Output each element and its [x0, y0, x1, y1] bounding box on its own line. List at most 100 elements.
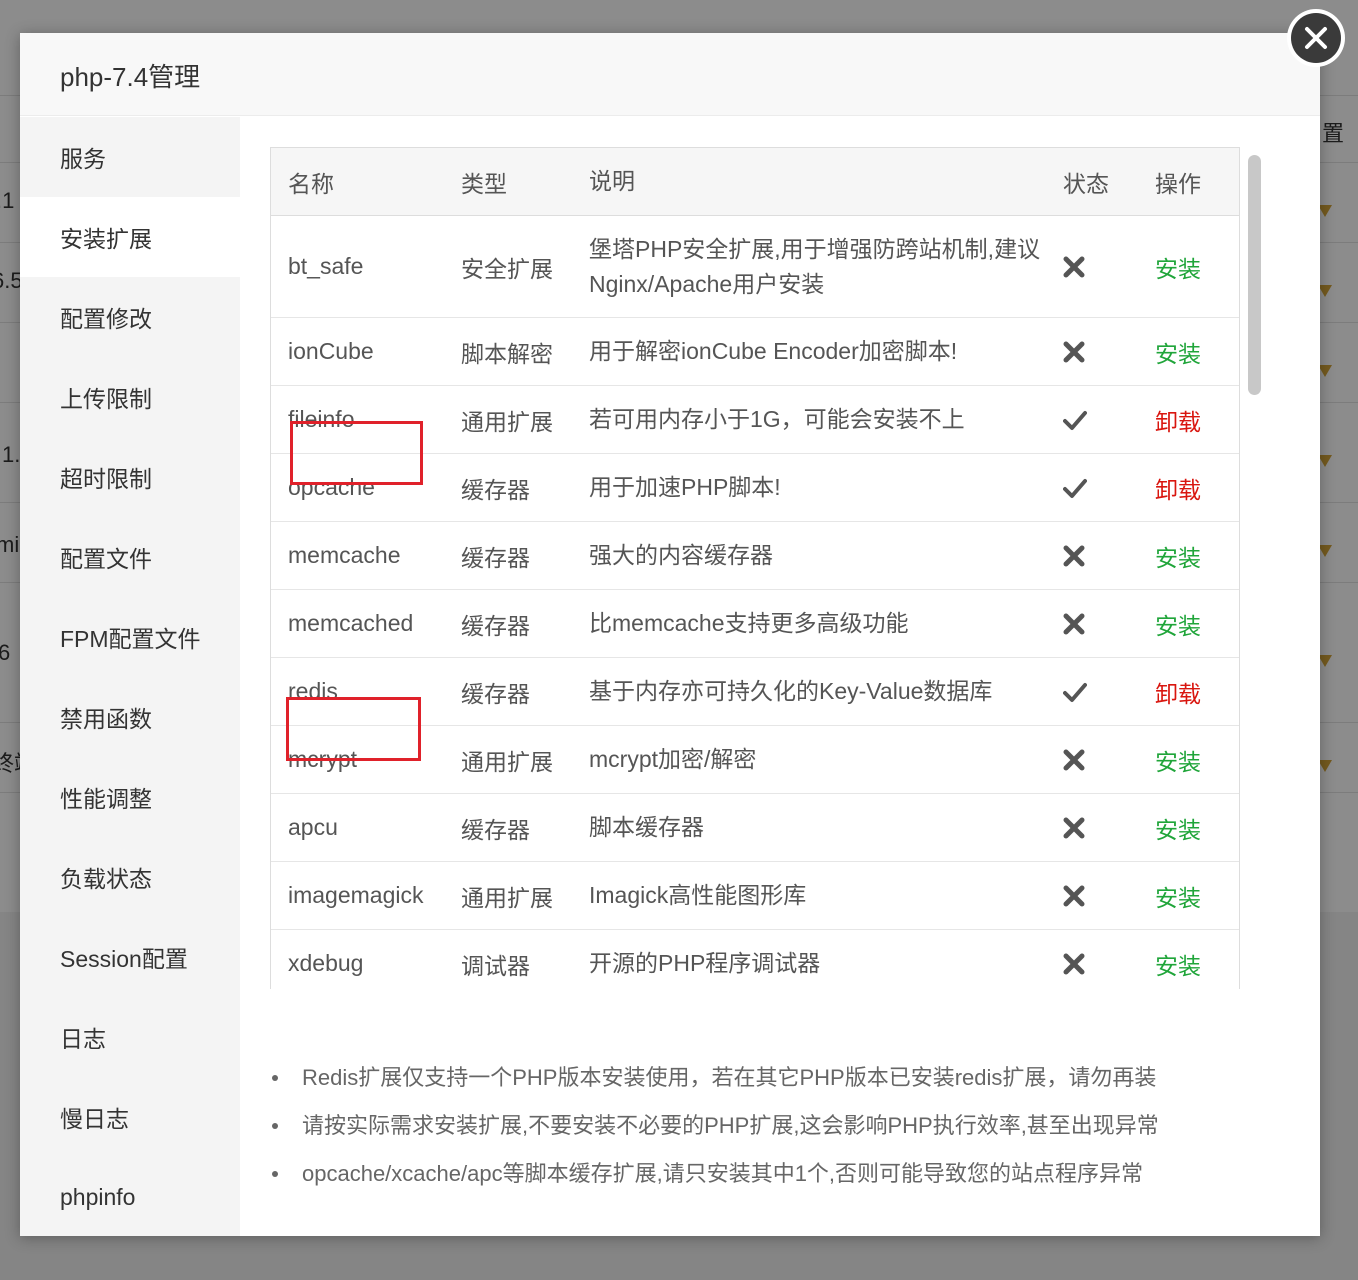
table-scrollbar[interactable]	[1240, 147, 1270, 989]
sidebar-item[interactable]: 超时限制	[20, 437, 240, 517]
check-icon	[1063, 658, 1113, 725]
install-button[interactable]: 安装	[1155, 794, 1225, 861]
sidebar-item-label: 慢日志	[60, 1106, 129, 1132]
install-button[interactable]: 安装	[1155, 216, 1225, 317]
table-row: memcached 缓存器 比memcache支持更多高级功能 安装	[271, 590, 1239, 658]
install-button[interactable]: 安装	[1155, 862, 1225, 929]
cross-icon	[1063, 522, 1113, 589]
extension-type: 安全扩展	[461, 255, 553, 282]
extension-type: 脚本解密	[461, 340, 553, 367]
extension-type: 调试器	[461, 952, 530, 979]
sidebar-item[interactable]: Session配置	[20, 917, 240, 997]
sidebar-item[interactable]: 上传限制	[20, 357, 240, 437]
cross-icon	[1063, 726, 1113, 793]
extension-description: mcrypt加密/解密	[589, 746, 757, 772]
sidebar-item-label: 安装扩展	[60, 226, 152, 252]
extension-type: 通用扩展	[461, 884, 553, 911]
extension-name: apcu	[288, 814, 338, 840]
dialog-header: php-7.4管理	[20, 33, 1320, 116]
extension-description: 开源的PHP程序调试器	[589, 950, 821, 976]
cross-icon	[1063, 216, 1113, 317]
extension-type: 通用扩展	[461, 408, 553, 435]
sidebar-item-label: Session配置	[60, 946, 188, 972]
extension-description: 基于内存亦可持久化的Key-Value数据库	[589, 678, 993, 704]
sidebar-item[interactable]: 日志	[20, 997, 240, 1077]
column-header-op: 操作	[1155, 170, 1201, 197]
column-header-name: 名称	[288, 170, 334, 197]
note-item: opcache/xcache/apc等脚本缓存扩展,请只安装其中1个,否则可能导…	[270, 1148, 1310, 1196]
dialog-title: php-7.4管理	[60, 62, 201, 92]
extension-type: 缓存器	[461, 816, 530, 843]
sidebar-item[interactable]: 服务	[20, 117, 240, 197]
extension-description: 堡塔PHP安全扩展,用于增强防跨站机制,建议Nginx/Apache用户安装	[589, 235, 1041, 297]
note-item: Redis扩展仅支持一个PHP版本安装使用，若在其它PHP版本已安装redis扩…	[270, 1052, 1310, 1100]
column-header-desc: 说明	[589, 168, 635, 194]
install-button[interactable]: 安装	[1155, 726, 1225, 793]
php-manager-dialog: php-7.4管理 服务安装扩展配置修改上传限制超时限制配置文件 FPM配置文件禁…	[20, 33, 1320, 1236]
highlight-box-fileinfo	[290, 421, 423, 485]
cross-icon	[1063, 318, 1113, 385]
close-button[interactable]	[1287, 9, 1345, 67]
table-row: xdebug 调试器 开源的PHP程序调试器 安装	[271, 930, 1239, 989]
cross-icon	[1063, 794, 1113, 861]
sidebar: 服务安装扩展配置修改上传限制超时限制配置文件 FPM配置文件 禁用函数性能调整负载状…	[20, 117, 240, 1236]
sidebar-item-label: FPM配置文件	[60, 626, 201, 652]
sidebar-item-label: 禁用函数	[60, 706, 152, 732]
extension-table-viewport: 名称 类型 说明 状态 操作 bt_safe 安全扩展 堡塔PHP安全扩展,用于增强…	[270, 147, 1270, 989]
sidebar-item-label: 上传限制	[60, 386, 152, 412]
scrollbar-thumb[interactable]	[1248, 155, 1261, 395]
sidebar-item-label: 性能调整	[60, 786, 152, 812]
table-row: ionCube 脚本解密 用于解密ionCube Encoder加密脚本! 安装	[271, 318, 1239, 386]
sidebar-item[interactable]: 性能调整	[20, 757, 240, 837]
extension-description: 用于加速PHP脚本!	[589, 474, 781, 500]
sidebar-item[interactable]: 禁用函数	[20, 677, 240, 757]
sidebar-item-label: 日志	[60, 1026, 106, 1052]
table-row: imagemagick 通用扩展 Imagick高性能图形库 安装	[271, 862, 1239, 930]
extension-type: 缓存器	[461, 476, 530, 503]
sidebar-item-label: 负载状态	[60, 866, 152, 892]
table-header: 名称 类型 说明 状态 操作	[271, 148, 1239, 216]
note-item: 请按实际需求安装扩展,不要安装不必要的PHP扩展,这会影响PHP执行效率,甚至出…	[270, 1100, 1310, 1148]
check-icon	[1063, 454, 1113, 521]
extension-name: xdebug	[288, 950, 364, 976]
cross-icon	[1063, 930, 1113, 989]
extension-description: Imagick高性能图形库	[589, 882, 807, 908]
uninstall-button[interactable]: 卸载	[1155, 386, 1225, 453]
cross-icon	[1063, 590, 1113, 657]
table-row: bt_safe 安全扩展 堡塔PHP安全扩展,用于增强防跨站机制,建议Nginx/A…	[271, 216, 1239, 318]
check-icon	[1063, 386, 1113, 453]
sidebar-item[interactable]: 安装扩展	[20, 197, 240, 277]
sidebar-item[interactable]: 配置修改	[20, 277, 240, 357]
extension-name: imagemagick	[288, 882, 424, 908]
install-button[interactable]: 安装	[1155, 930, 1225, 989]
sidebar-item-label: 配置文件	[60, 546, 152, 572]
column-header-type: 类型	[461, 170, 507, 197]
sidebar-item[interactable]: phpinfo	[20, 1157, 240, 1237]
extension-description: 若可用内存小于1G，可能会安装不上	[589, 406, 965, 432]
main-content: 名称 类型 说明 状态 操作 bt_safe 安全扩展 堡塔PHP安全扩展,用于增强…	[240, 117, 1320, 1236]
sidebar-item[interactable]: 负载状态	[20, 837, 240, 917]
highlight-box-redis	[286, 697, 421, 761]
extension-description: 脚本缓存器	[589, 814, 704, 840]
column-header-status: 状态	[1063, 170, 1109, 197]
close-icon	[1291, 13, 1341, 63]
install-button[interactable]: 安装	[1155, 590, 1225, 657]
install-button[interactable]: 安装	[1155, 522, 1225, 589]
uninstall-button[interactable]: 卸载	[1155, 658, 1225, 725]
sidebar-item-label: 超时限制	[60, 466, 152, 492]
extension-description: 用于解密ionCube Encoder加密脚本!	[589, 338, 958, 364]
sidebar-item[interactable]: FPM配置文件	[20, 597, 240, 677]
table-body: bt_safe 安全扩展 堡塔PHP安全扩展,用于增强防跨站机制,建议Nginx/A…	[271, 216, 1239, 989]
extension-name: ionCube	[288, 338, 374, 364]
install-button[interactable]: 安装	[1155, 318, 1225, 385]
extension-table: 名称 类型 说明 状态 操作 bt_safe 安全扩展 堡塔PHP安全扩展,用于增强…	[270, 147, 1240, 989]
sidebar-item[interactable]: 配置文件	[20, 517, 240, 597]
uninstall-button[interactable]: 卸载	[1155, 454, 1225, 521]
notes-list: Redis扩展仅支持一个PHP版本安装使用，若在其它PHP版本已安装redis扩…	[270, 1052, 1310, 1196]
cross-icon	[1063, 862, 1113, 929]
extension-name: memcached	[288, 610, 414, 636]
sidebar-item[interactable]: 慢日志	[20, 1077, 240, 1157]
sidebar-item-label: 服务	[60, 146, 106, 172]
extension-description: 比memcache支持更多高级功能	[589, 610, 909, 636]
extension-type: 缓存器	[461, 612, 530, 639]
